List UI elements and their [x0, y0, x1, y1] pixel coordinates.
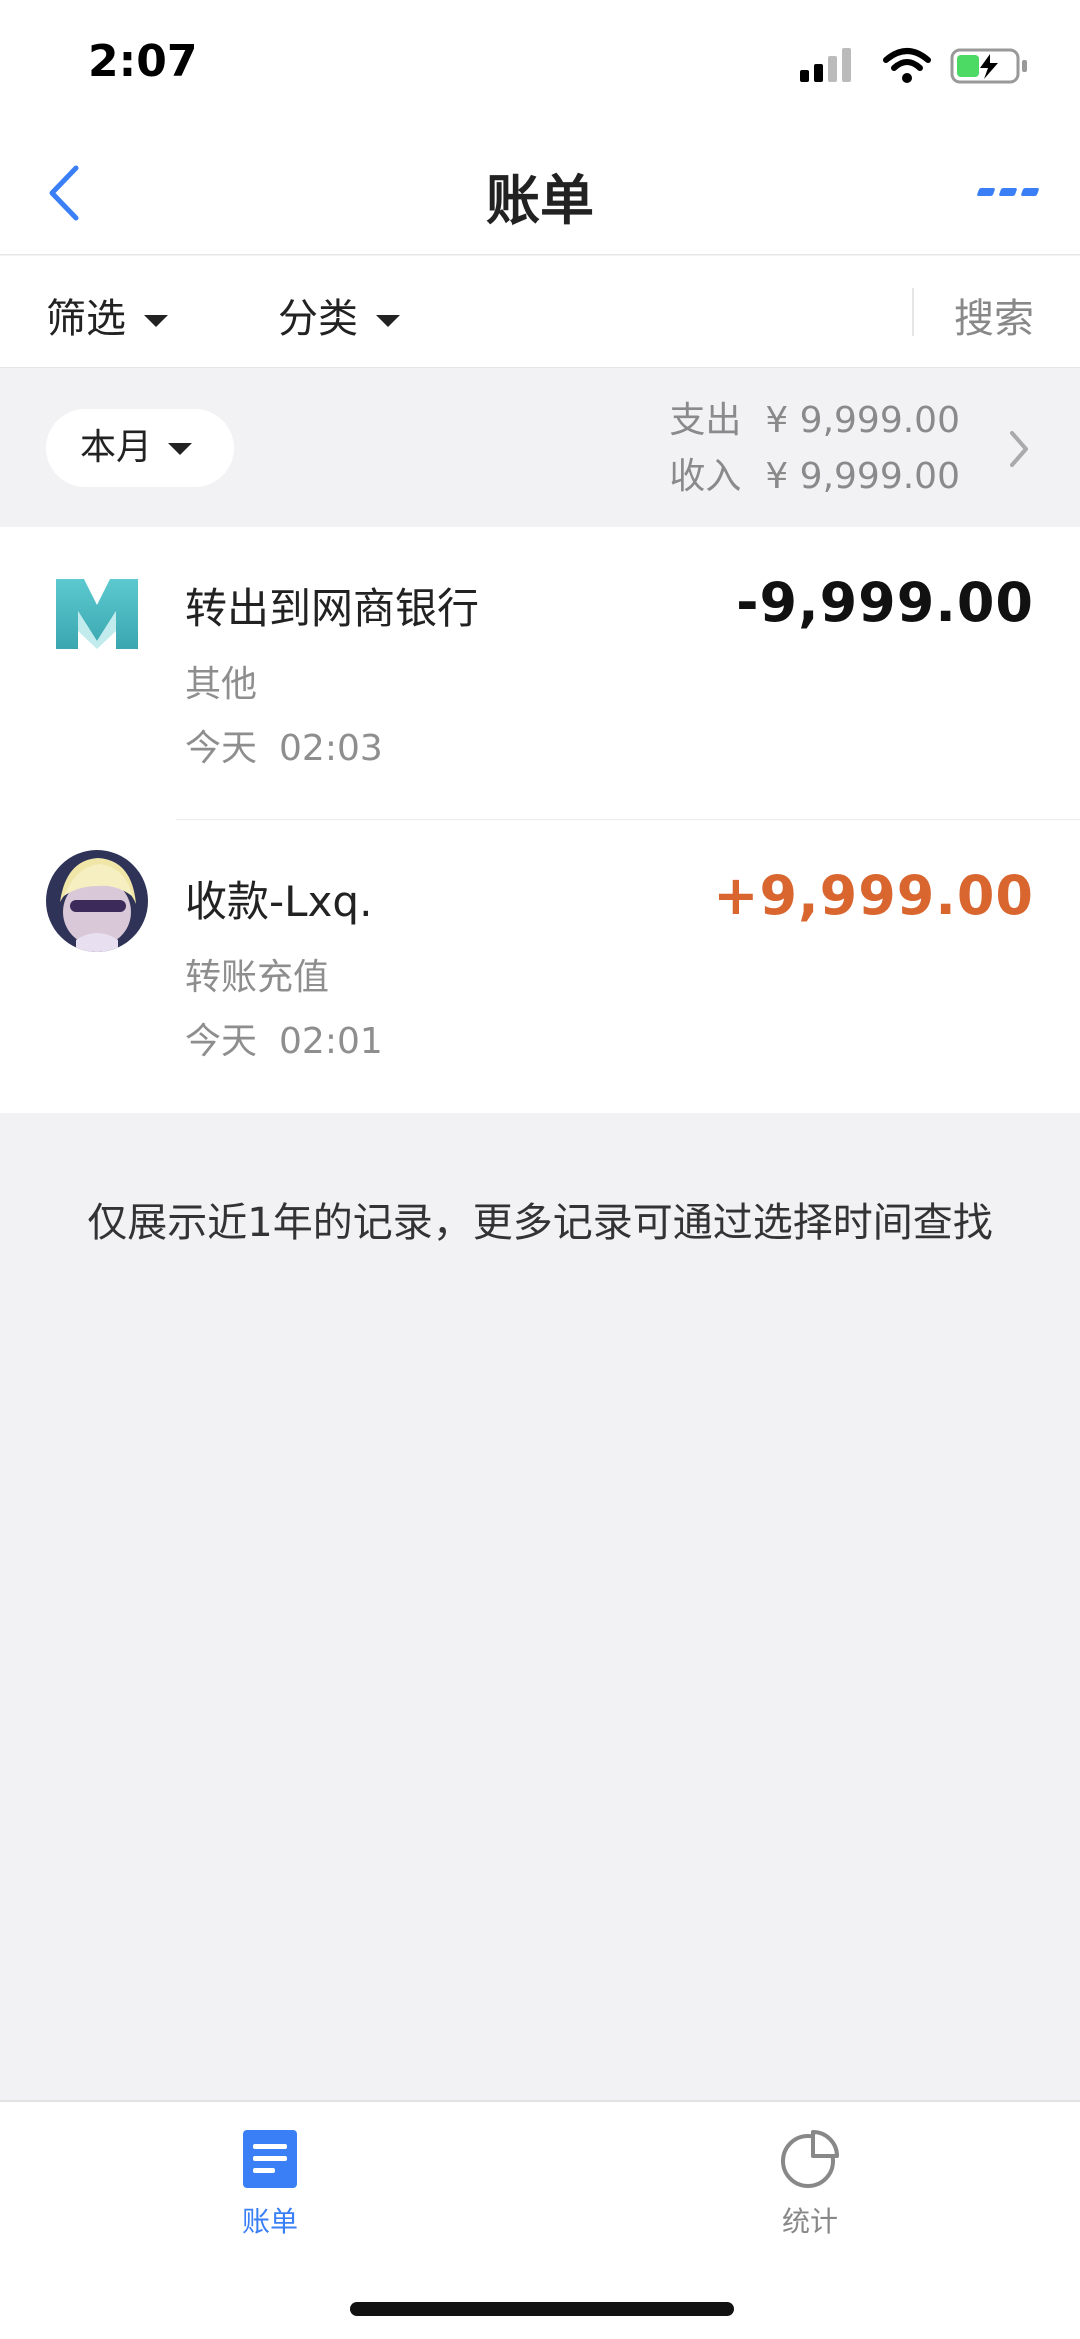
- transaction-title: 收款-Lxq.: [185, 877, 373, 926]
- expense-label: 支出: [669, 400, 742, 441]
- expense-total-row: 支出 ¥ 9,999.00: [669, 393, 960, 449]
- bill-list-icon: [243, 2130, 297, 2188]
- search-button[interactable]: 搜索: [954, 286, 1034, 344]
- transaction-day: 今天: [185, 1021, 258, 1062]
- tab-stats[interactable]: 统计: [710, 2122, 910, 2240]
- chevron-right-icon: [1010, 431, 1028, 467]
- tab-bill-label: 账单: [241, 2205, 298, 2238]
- page-title: 账单: [486, 169, 594, 232]
- more-options-icon[interactable]: [976, 182, 1040, 206]
- battery-charging-icon: [950, 48, 1027, 84]
- transaction-list: 转出到网商银行 其他 今天 02:03 -9,999.00 收款-Lxq. 转账…: [0, 527, 1080, 1113]
- transaction-title: 转出到网商银行: [185, 584, 480, 633]
- caret-down-icon: [376, 315, 400, 327]
- transaction-time: 今天 02:03: [185, 719, 383, 771]
- transaction-clock: 02:01: [279, 1021, 383, 1062]
- transaction-amount: +9,999.00: [713, 864, 1034, 927]
- transaction-category: 转账充值: [185, 957, 330, 998]
- user-avatar: [46, 850, 148, 952]
- home-indicator: [350, 2302, 734, 2316]
- transaction-amount: -9,999.00: [736, 571, 1034, 634]
- mybank-logo-icon: [52, 571, 142, 661]
- month-totals: 支出 ¥ 9,999.00 收入 ¥ 9,999.00: [669, 393, 960, 505]
- transaction-row[interactable]: 收款-Lxq. 转账充值 今天 02:01 +9,999.00: [0, 820, 1080, 1113]
- transaction-clock: 02:03: [279, 728, 383, 769]
- transaction-day: 今天: [185, 728, 258, 769]
- tab-stats-label: 统计: [781, 2205, 838, 2238]
- category-dropdown[interactable]: 分类: [278, 286, 400, 344]
- month-selector-label: 本月: [80, 427, 153, 468]
- bill-page: 2:07 账单 筛选 分类 搜索 本月 支出 ¥ 9,999.00 收入 ¥ 9…: [0, 0, 1080, 2339]
- caret-down-icon: [168, 443, 193, 455]
- tab-bill[interactable]: 账单: [170, 2122, 370, 2240]
- filter-dropdown[interactable]: 筛选: [46, 286, 168, 344]
- history-notice: 仅展示近1年的记录，更多记录可通过选择时间查找: [87, 1200, 993, 1246]
- status-time: 2:07: [88, 36, 198, 87]
- income-label: 收入: [669, 456, 742, 497]
- income-total-row: 收入 ¥ 9,999.00: [669, 449, 960, 505]
- expense-value: ¥ 9,999.00: [765, 400, 960, 441]
- category-label: 分类: [278, 296, 358, 342]
- filter-divider: [912, 288, 914, 336]
- income-value: ¥ 9,999.00: [765, 456, 960, 497]
- caret-down-icon: [144, 315, 168, 327]
- month-selector[interactable]: 本月: [46, 409, 234, 487]
- filter-label: 筛选: [46, 296, 126, 342]
- status-bar: 2:07: [0, 0, 1080, 132]
- transaction-category: 其他: [185, 664, 258, 705]
- transaction-row[interactable]: 转出到网商银行 其他 今天 02:03 -9,999.00: [0, 527, 1080, 820]
- month-summary-bar[interactable]: 本月 支出 ¥ 9,999.00 收入 ¥ 9,999.00: [0, 369, 1080, 527]
- pie-chart-icon: [781, 2130, 839, 2188]
- navigation-bar: 账单: [0, 132, 1080, 255]
- status-icons: [800, 44, 1040, 88]
- cellular-signal-icon: [800, 44, 860, 88]
- wifi-icon: [883, 48, 931, 83]
- filter-bar: 筛选 分类 搜索: [0, 256, 1080, 368]
- transaction-time: 今天 02:01: [185, 1012, 383, 1064]
